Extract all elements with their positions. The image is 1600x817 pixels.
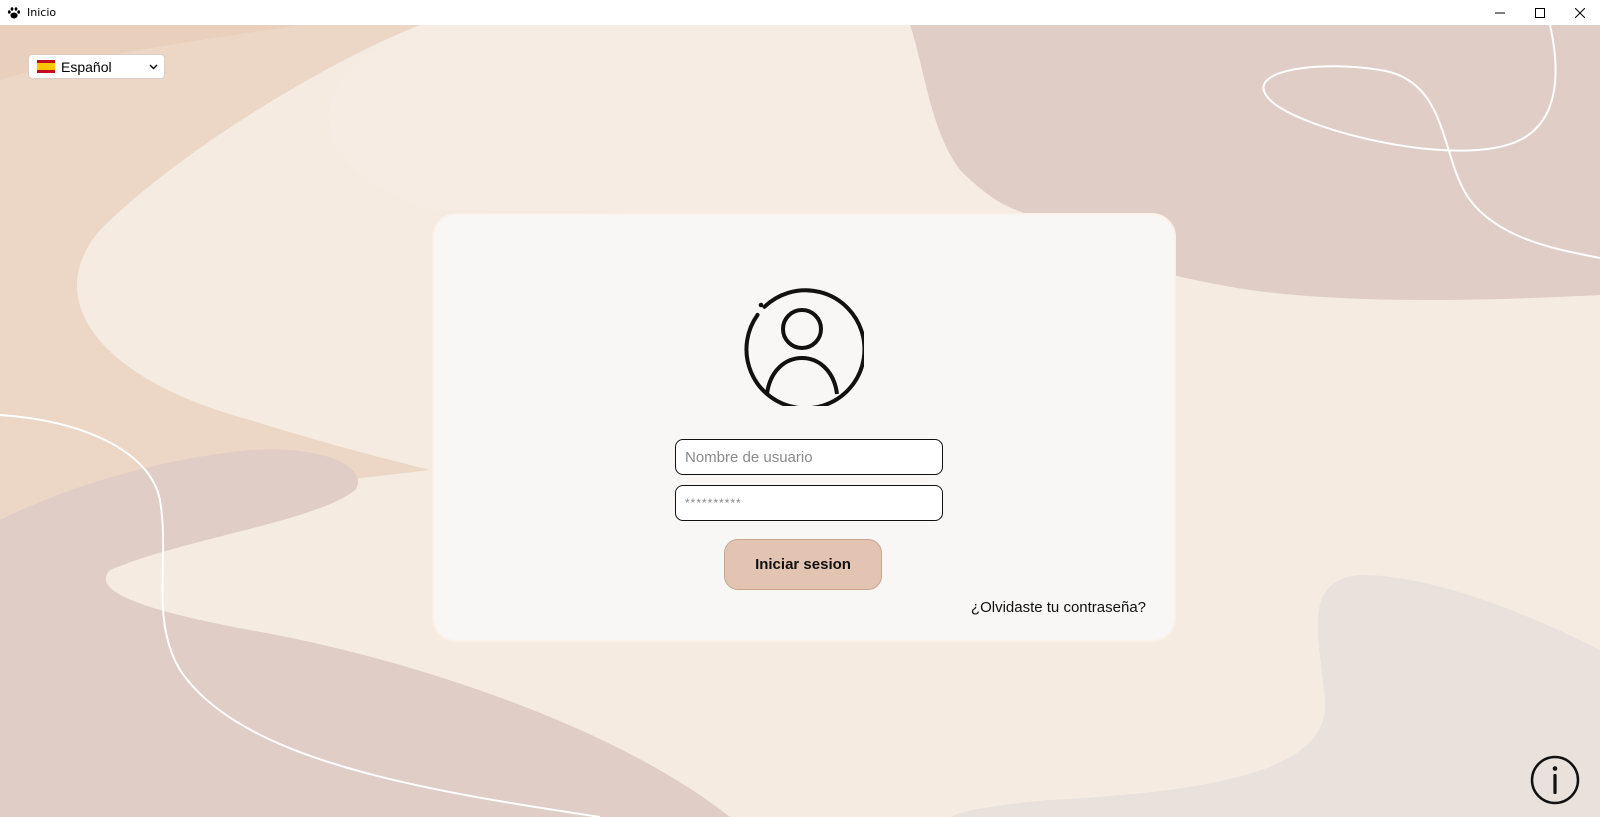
language-select-value: Español — [61, 58, 112, 75]
login-button[interactable]: Iniciar sesion — [724, 539, 882, 590]
chevron-down-icon — [149, 64, 158, 70]
username-placeholder: Nombre de usuario — [685, 448, 813, 466]
password-input[interactable]: ********** — [675, 485, 943, 521]
username-input[interactable]: Nombre de usuario — [675, 439, 943, 475]
window-titlebar: Inicio — [0, 0, 1600, 25]
password-placeholder: ********** — [685, 496, 742, 510]
close-button[interactable] — [1560, 0, 1600, 25]
minimize-button[interactable] — [1480, 0, 1520, 25]
user-avatar-icon — [744, 288, 864, 406]
spain-flag-icon — [37, 60, 55, 73]
window-title: Inicio — [27, 6, 57, 19]
window-controls — [1480, 0, 1600, 25]
info-icon[interactable] — [1530, 755, 1580, 805]
forgot-password-link[interactable]: ¿Olvidaste tu contraseña? — [971, 599, 1146, 616]
paw-icon — [6, 5, 22, 21]
login-card: Nombre de usuario ********** Iniciar ses… — [432, 213, 1176, 642]
language-select[interactable]: Español — [28, 54, 165, 79]
minimize-icon — [1495, 12, 1505, 13]
close-icon — [1575, 7, 1585, 18]
maximize-icon — [1535, 7, 1545, 18]
maximize-button[interactable] — [1520, 0, 1560, 25]
